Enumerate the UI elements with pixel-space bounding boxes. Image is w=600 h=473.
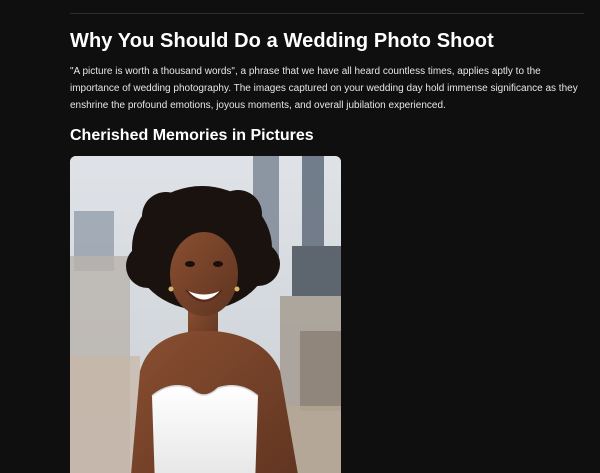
article: Why You Should Do a Wedding Photo Shoot … [70, 28, 590, 146]
top-divider [70, 13, 584, 14]
article-intro-paragraph: "A picture is worth a thousand words", a… [70, 66, 578, 111]
article-title: Why You Should Do a Wedding Photo Shoot [70, 30, 494, 52]
page: Why You Should Do a Wedding Photo Shoot … [0, 0, 600, 473]
photo-image [70, 156, 341, 473]
bride-photo [70, 156, 341, 473]
section-heading: Cherished Memories in Pictures [70, 127, 314, 144]
